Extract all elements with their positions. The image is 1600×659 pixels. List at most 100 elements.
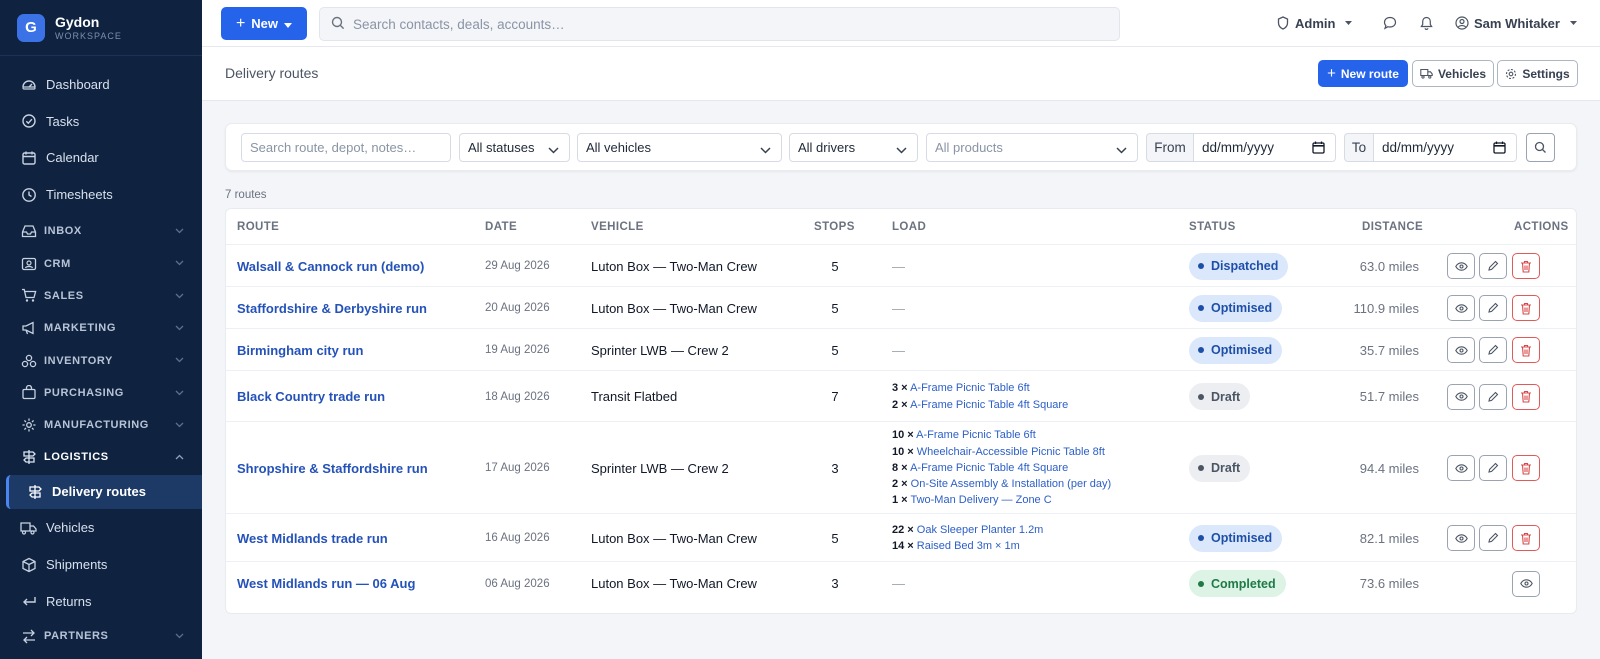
chevron-down-icon <box>896 142 907 157</box>
header-status[interactable]: STATUS <box>1189 209 1236 244</box>
settings-button[interactable]: Settings <box>1497 60 1578 87</box>
header-distance[interactable]: DISTANCE <box>1362 209 1423 244</box>
sidebar-section-manufacturing[interactable]: MANUFACTURING <box>0 409 202 441</box>
edit-button[interactable] <box>1479 383 1507 410</box>
delete-button[interactable] <box>1512 455 1540 481</box>
route-link[interactable]: Walsall & Cannock run (demo) <box>237 245 424 287</box>
route-stops: 5 <box>831 300 839 316</box>
sidebar-section-crm[interactable]: CRM <box>0 247 202 279</box>
calendar-icon[interactable] <box>1312 141 1325 157</box>
sidebar-item-returns[interactable]: Returns <box>0 583 202 620</box>
sidebar-section-logistics[interactable]: LOGISTICS <box>0 441 202 473</box>
edit-button[interactable] <box>1479 295 1507 321</box>
sidebar-section-sales[interactable]: SALES <box>0 280 202 312</box>
sidebar-section-inbox[interactable]: INBOX <box>0 215 202 247</box>
sidebar-section-purchasing[interactable]: PURCHASING <box>0 377 202 409</box>
header-date[interactable]: DATE <box>485 209 517 244</box>
notifications-button[interactable] <box>1420 0 1433 46</box>
route-link[interactable]: West Midlands run — 06 Aug <box>237 562 415 605</box>
view-button[interactable] <box>1447 455 1475 481</box>
user-menu[interactable]: Sam Whitaker <box>1455 0 1577 46</box>
delete-button[interactable] <box>1512 383 1540 410</box>
load-product-link[interactable]: A-Frame Picnic Table 4ft Square <box>910 462 1068 474</box>
route-link[interactable]: West Midlands trade run <box>237 514 388 562</box>
filter-search-button[interactable] <box>1526 133 1555 162</box>
pencil-icon <box>1487 344 1499 356</box>
view-button[interactable] <box>1447 525 1475 551</box>
sidebar-item-label: Vehicles <box>46 520 95 536</box>
header-vehicle[interactable]: VEHICLE <box>591 209 644 244</box>
sidebar-item-dashboard[interactable]: Dashboard <box>0 66 202 103</box>
sidebar-item-label: Shipments <box>46 557 108 573</box>
edit-button[interactable] <box>1479 525 1507 551</box>
header-stops[interactable]: STOPS <box>814 209 855 244</box>
load-product-link[interactable]: Raised Bed 3m × 1m <box>917 540 1020 552</box>
new-button[interactable]: + New <box>221 7 307 40</box>
route-vehicle: Sprinter LWB — Crew 2 <box>591 460 729 476</box>
vehicles-button[interactable]: Vehicles <box>1412 60 1494 87</box>
load-empty: — <box>892 300 905 316</box>
load-product-link[interactable]: On-Site Assembly & Installation (per day… <box>911 478 1112 490</box>
edit-button[interactable] <box>1479 337 1507 363</box>
delete-button[interactable] <box>1512 525 1540 551</box>
header-route[interactable]: ROUTE <box>237 209 279 244</box>
delete-button[interactable] <box>1512 337 1540 363</box>
status-select[interactable]: All statuses <box>459 133 570 162</box>
edit-button[interactable] <box>1479 253 1507 279</box>
sidebar-item-delivery-routes[interactable]: Delivery routes <box>6 474 202 509</box>
load-product-link[interactable]: A-Frame Picnic Table 4ft Square <box>910 399 1068 411</box>
sidebar-section-partners[interactable]: PARTNERS <box>0 620 202 652</box>
admin-menu[interactable]: Admin <box>1277 0 1353 46</box>
to-date-input[interactable]: dd/mm/yyyy <box>1374 133 1517 162</box>
sidebar-nav: Dashboard Tasks Calendar Timesheets INBO… <box>0 66 202 652</box>
load-item: 10 × Wheelchair-Accessible Picnic Table … <box>892 444 1105 460</box>
route-load: — <box>892 329 905 371</box>
route-link[interactable]: Black Country trade run <box>237 371 385 422</box>
load-product-link[interactable]: A-Frame Picnic Table 6ft <box>910 382 1030 394</box>
sidebar-item-label: Tasks <box>46 113 80 129</box>
sidebar-item-calendar[interactable]: Calendar <box>0 140 202 177</box>
sidebar-item-timesheets[interactable]: Timesheets <box>0 176 202 213</box>
view-button[interactable] <box>1512 570 1540 597</box>
load-product-link[interactable]: A-Frame Picnic Table 6ft <box>916 429 1036 441</box>
sidebar-item-label: Returns <box>46 594 92 610</box>
messages-button[interactable] <box>1383 0 1397 46</box>
sidebar-section-inventory[interactable]: INVENTORY <box>0 344 202 376</box>
edit-button[interactable] <box>1479 455 1507 481</box>
load-product-link[interactable]: Two-Man Delivery — Zone C <box>910 494 1051 506</box>
route-link[interactable]: Staffordshire & Derbyshire run <box>237 287 427 329</box>
from-date-input[interactable]: dd/mm/yyyy <box>1194 133 1336 162</box>
route-search-input[interactable]: Search route, depot, notes… <box>241 133 451 162</box>
load-quantity: 22 × <box>892 523 914 536</box>
new-route-button[interactable]: + New route <box>1318 60 1408 87</box>
product-select[interactable]: All products <box>926 133 1138 162</box>
delete-button[interactable] <box>1512 295 1540 321</box>
global-search-input[interactable]: Search contacts, deals, accounts… <box>319 7 1120 41</box>
chevron-down-icon <box>760 142 771 157</box>
status-label: Optimised <box>1211 343 1273 357</box>
check-circle-icon <box>20 113 37 130</box>
view-button[interactable] <box>1447 295 1475 321</box>
sidebar-section-marketing[interactable]: MARKETING <box>0 312 202 344</box>
load-product-link[interactable]: Wheelchair-Accessible Picnic Table 8ft <box>917 446 1105 458</box>
driver-select[interactable]: All drivers <box>789 133 918 162</box>
view-button[interactable] <box>1447 253 1475 279</box>
sidebar-item-shipments[interactable]: Shipments <box>0 546 202 583</box>
route-link[interactable]: Birmingham city run <box>237 329 363 371</box>
sidebar-item-vehicles[interactable]: Vehicles <box>0 510 202 547</box>
eye-icon <box>1454 533 1468 543</box>
delete-button[interactable] <box>1512 253 1540 279</box>
route-stops: 3 <box>831 460 839 476</box>
cart-icon <box>20 287 37 304</box>
calendar-icon[interactable] <box>1493 141 1506 157</box>
chevron-down-icon <box>1116 142 1127 157</box>
load-quantity: 10 × <box>892 429 914 442</box>
load-item: 2 × On-Site Assembly & Installation (per… <box>892 476 1111 492</box>
page-header: Delivery routes + New route Vehicles Set… <box>202 47 1600 101</box>
view-button[interactable] <box>1447 383 1475 410</box>
load-product-link[interactable]: Oak Sleeper Planter 1.2m <box>917 524 1044 536</box>
view-button[interactable] <box>1447 337 1475 363</box>
vehicle-select[interactable]: All vehicles <box>577 133 782 162</box>
sidebar-item-tasks[interactable]: Tasks <box>0 103 202 140</box>
route-link[interactable]: Shropshire & Staffordshire run <box>237 422 428 514</box>
